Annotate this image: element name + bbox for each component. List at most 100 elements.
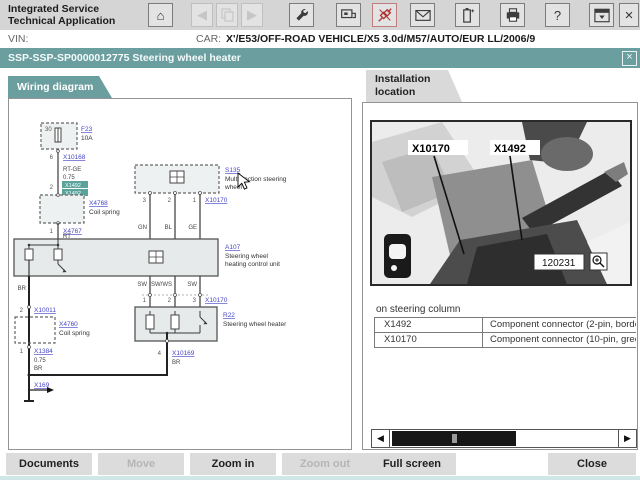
mfs-pin-2: 2 — [168, 198, 172, 204]
connector-id: X10170 — [375, 333, 483, 347]
fuse-value: 10A — [81, 135, 93, 142]
coil-spring-upper-label: Coil spring — [89, 209, 120, 216]
forward-icon: ▶ — [241, 3, 263, 27]
table-row[interactable]: X10170 Component connector (10-pin, gree… — [374, 332, 636, 348]
help-icon[interactable]: ? — [545, 3, 570, 27]
mid-pin-1: 1 — [143, 298, 147, 304]
document-title-bar: SSP-SSP-SP0000012775 Steering wheel heat… — [0, 48, 640, 68]
close-button[interactable]: Close — [548, 453, 636, 475]
wire-br-heater: BR — [172, 360, 181, 366]
app-title: Integrated Service Technical Application — [8, 3, 115, 27]
coil-spring-lower-ref-link[interactable]: X4760 — [59, 321, 78, 328]
connection-broken-icon[interactable] — [372, 3, 397, 27]
heater-ref-link[interactable]: R22 — [223, 312, 235, 319]
bottom-accent-strip — [0, 476, 640, 480]
pin-4: 4 — [158, 351, 162, 357]
scrollbar-grip — [452, 434, 457, 443]
window-minimize-icon[interactable] — [589, 3, 614, 27]
photo-label-x10170: X10170 — [412, 143, 450, 155]
back-icon: ◀ — [191, 3, 213, 27]
scroll-right-icon: ▶ — [624, 433, 631, 443]
installation-photo: X10170 X1492 120231 — [370, 120, 632, 286]
connector-x10170-mid-link[interactable]: X10170 — [205, 297, 228, 304]
connector-desc: Component connector (2-pin, bordeaux) — [490, 319, 636, 330]
wire3-color: BR — [34, 366, 43, 372]
zoom-in-button[interactable]: Zoom in — [190, 453, 276, 475]
control-unit-label-line1: Steering wheel — [225, 253, 269, 260]
horizontal-scrollbar: ◀ ▶ — [371, 429, 637, 448]
pin-1-top: 1 — [50, 229, 54, 235]
connector-x10169-link[interactable]: X10169 — [172, 350, 195, 357]
connector-id: X1492 — [375, 318, 483, 332]
scroll-right-button[interactable]: ▶ — [618, 430, 636, 447]
coil-spring-upper-ref-link[interactable]: X4768 — [89, 200, 108, 207]
mfs-label-line1: Multifunction steering — [225, 176, 287, 183]
wire-sw1: SW — [137, 282, 147, 288]
print-icon[interactable] — [500, 3, 525, 27]
ground-arrow — [47, 387, 54, 393]
table-row[interactable]: X1492 Component connector (2-pin, bordea… — [374, 317, 636, 332]
app-title-line2: Technical Application — [8, 15, 116, 27]
full-screen-button[interactable]: Full screen — [368, 453, 456, 475]
battery-icon[interactable] — [455, 3, 480, 27]
wiring-diagram-canvas[interactable]: 30 F23 10A 6 X10168 RT-GE 0.75 2 X1492 X… — [9, 99, 351, 449]
connector-x10168-link[interactable]: X10168 — [63, 154, 86, 161]
wire3-size: 0.75 — [34, 358, 46, 364]
car-value: X'/E53/OFF-ROAD VEHICLE/X5 3.0d/M57/AUTO… — [226, 33, 536, 45]
documents-button[interactable]: Documents — [6, 453, 92, 475]
tab-installation-line1: Installation — [375, 73, 431, 85]
coil-spring-upper-box — [39, 194, 85, 224]
mfs-pin-1: 1 — [193, 198, 197, 204]
copy-document-icon — [216, 3, 238, 27]
close-document-icon[interactable]: × — [622, 51, 637, 66]
magnifier-icon[interactable] — [589, 252, 608, 271]
table-heading: on steering column — [376, 304, 461, 315]
car-label: CAR: — [196, 33, 222, 45]
app-header: Integrated Service Technical Application… — [0, 0, 640, 30]
wire-bl: BL — [165, 225, 173, 231]
ista-window: Integrated Service Technical Application… — [0, 0, 640, 480]
photo-number: 120231 — [542, 258, 576, 269]
diagnostic-head-icon[interactable] — [336, 3, 361, 27]
pin-2-top: 2 — [50, 185, 54, 191]
wiring-diagram-panel: 30 F23 10A 6 X10168 RT-GE 0.75 2 X1492 X… — [8, 98, 352, 450]
close-app-icon[interactable]: × — [619, 3, 639, 27]
scroll-left-button[interactable]: ◀ — [372, 430, 390, 447]
tab-installation-location[interactable]: Installation location — [366, 70, 462, 102]
heater-label: Steering wheel heater — [223, 321, 287, 328]
fuse-ref-link[interactable]: F23 — [81, 126, 93, 133]
mail-icon[interactable] — [410, 3, 435, 27]
wire-ge: GE — [188, 225, 197, 231]
connector-x10170-top-link[interactable]: X10170 — [205, 197, 228, 204]
connector-x10011-link[interactable]: X10011 — [34, 307, 56, 314]
control-unit-ref-link[interactable]: A107 — [225, 244, 241, 251]
scroll-left-icon: ◀ — [377, 433, 384, 443]
wire1-size: 0.75 — [63, 175, 75, 181]
wire-br-left: BR — [18, 286, 27, 292]
mid-pin-3: 3 — [193, 298, 197, 304]
move-button: Move — [98, 453, 184, 475]
fuse-pin: 30 — [45, 127, 52, 133]
connector-table: X1492 Component connector (2-pin, bordea… — [374, 317, 636, 348]
app-title-line1: Integrated Service — [8, 3, 100, 15]
home-icon[interactable]: ⌂ — [148, 3, 173, 27]
tab-wiring-diagram[interactable]: Wiring diagram — [8, 76, 112, 98]
wire1-color: RT-GE — [63, 167, 81, 173]
scrollbar-track[interactable] — [390, 430, 618, 447]
connector-x1384-link[interactable]: X1384 — [34, 348, 53, 355]
wrench-icon[interactable] — [289, 3, 314, 27]
control-unit-label-line2: heating control unit — [225, 261, 280, 268]
pin-6: 6 — [50, 155, 54, 161]
pin-1-bottom: 1 — [20, 349, 24, 355]
scrollbar-thumb[interactable] — [392, 431, 516, 446]
coil-spring-lower-box — [14, 316, 56, 344]
connector-desc: Component connector (10-pin, green), — [490, 334, 636, 345]
highlighted-connector-1-label: X1492 — [65, 183, 81, 189]
tab-installation-line2: location — [375, 86, 416, 98]
vin-label: VIN: — [8, 33, 29, 45]
wire-swws: SW/WS — [151, 282, 172, 288]
wire-gn: GN — [138, 225, 147, 231]
coil-spring-lower-label: Coil spring — [59, 330, 90, 337]
mid-pin-2: 2 — [168, 298, 172, 304]
zoom-out-button: Zoom out — [282, 453, 368, 475]
